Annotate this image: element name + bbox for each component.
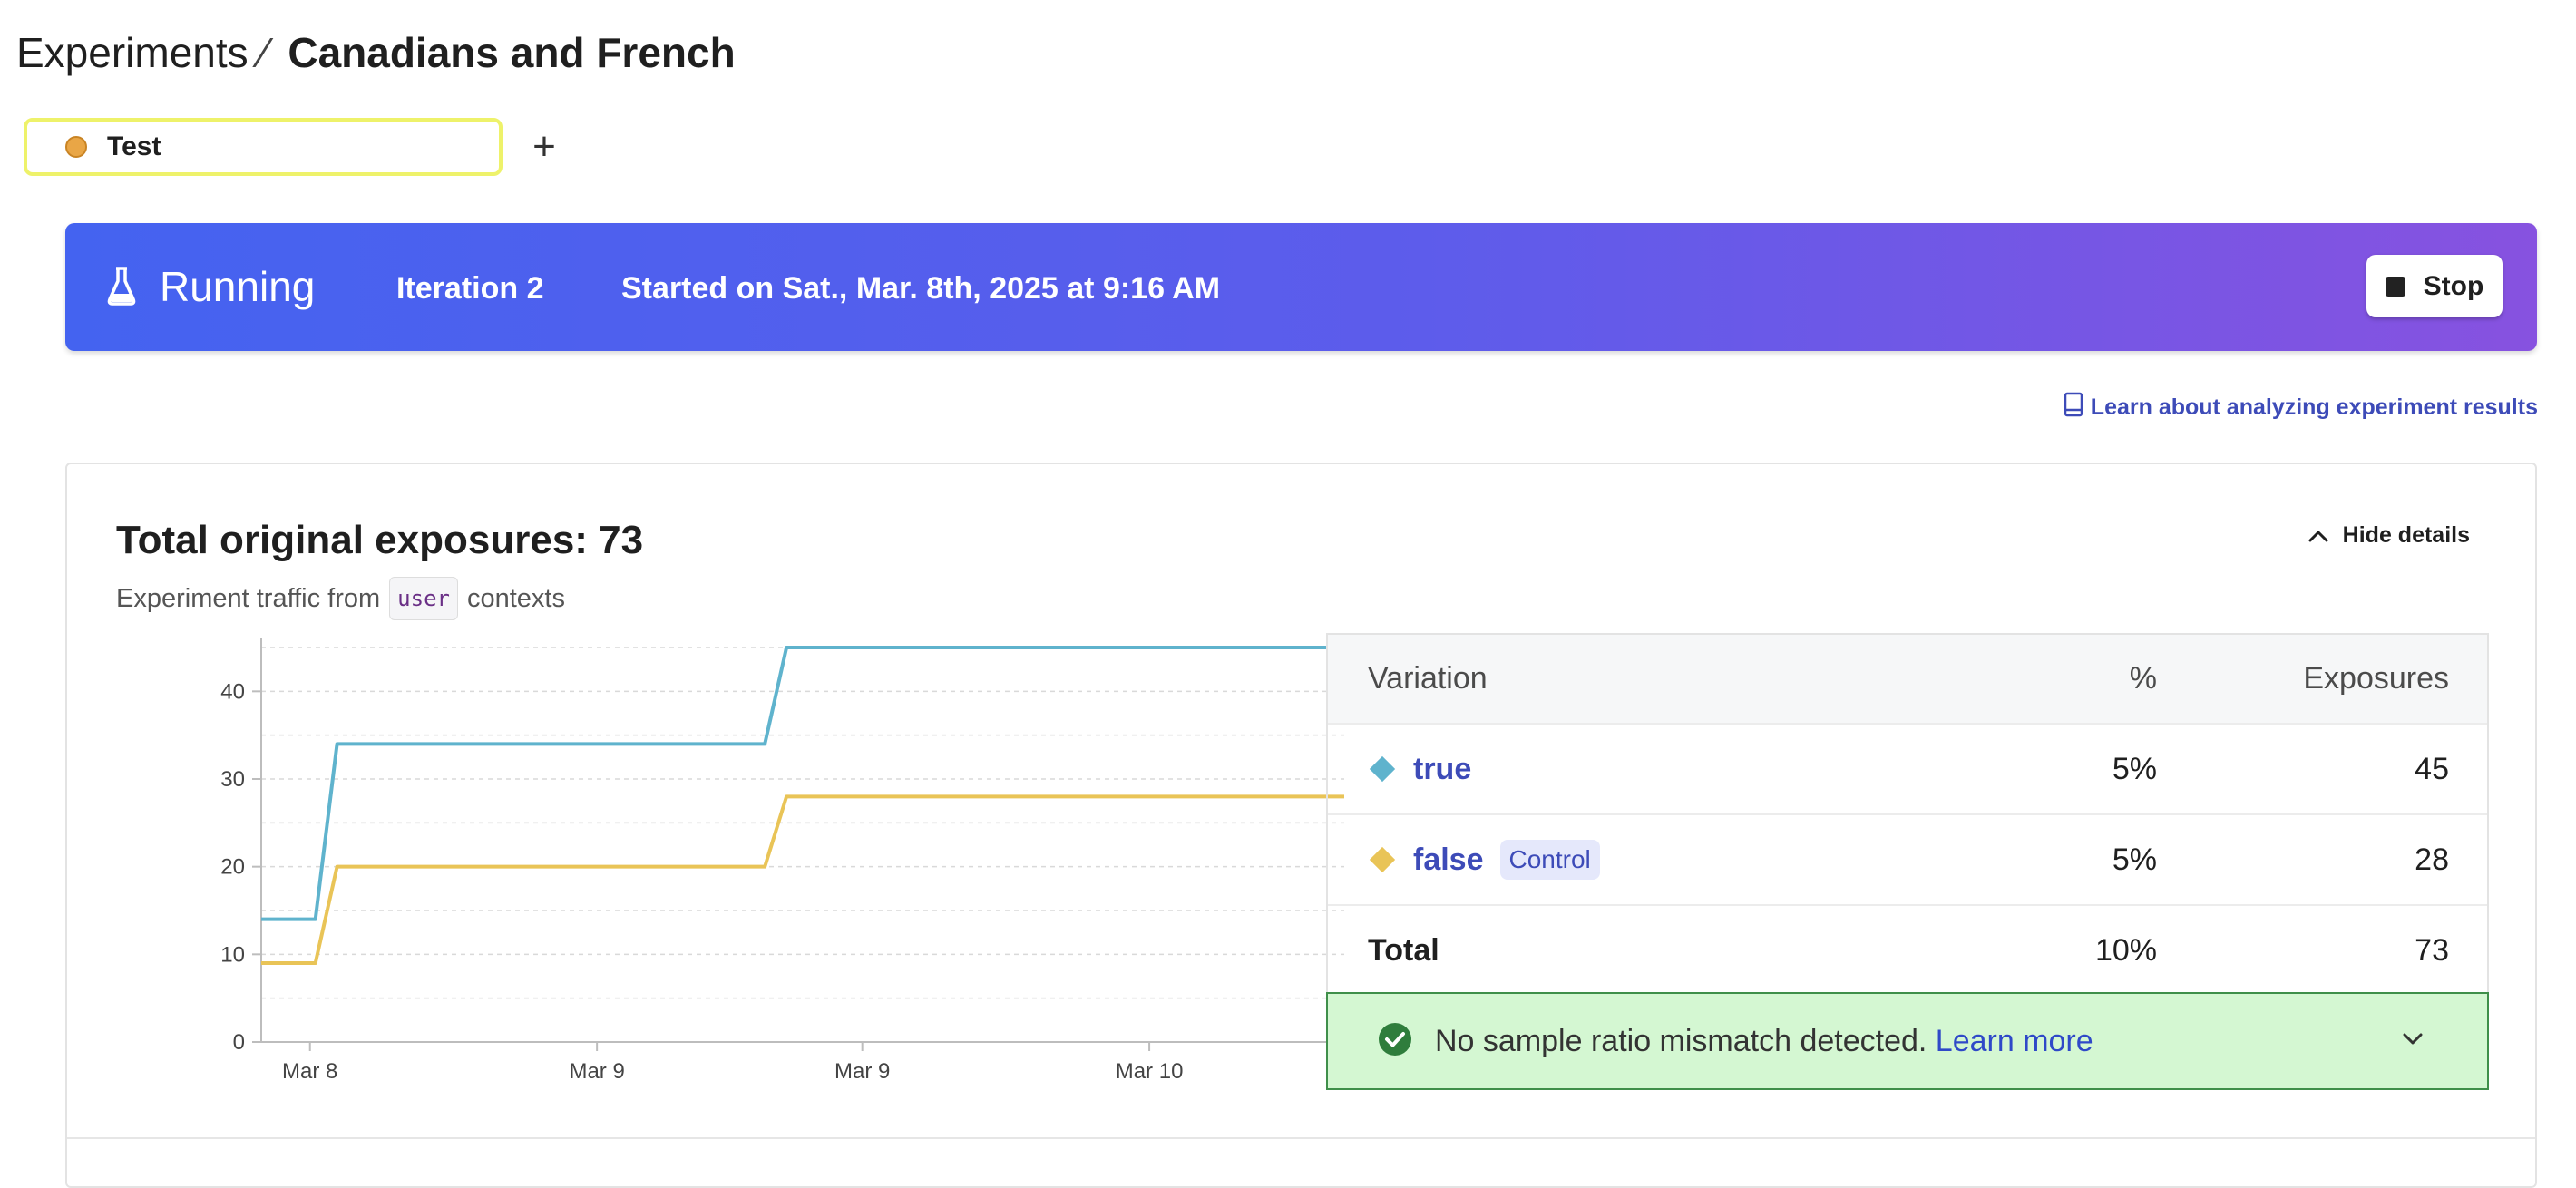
x-tick-label: Mar 10	[1116, 1059, 1184, 1084]
subtitle-prefix: Experiment traffic from	[116, 584, 381, 613]
y-tick-label: 30	[220, 767, 245, 792]
header-exposures: Exposures	[2303, 661, 2449, 696]
srm-learn-more-link[interactable]: Learn more	[1936, 1024, 2093, 1058]
series-line-true	[261, 646, 1344, 921]
variation-true-diamond-icon	[1369, 755, 1396, 783]
total-cell: Total	[1368, 933, 1439, 969]
context-kind-code: user	[389, 577, 458, 620]
variation-false-link[interactable]: false	[1413, 842, 1484, 878]
srm-message-text: No sample ratio mismatch detected.	[1435, 1023, 1927, 1058]
header-percent: %	[2129, 661, 2157, 696]
y-tick-label: 0	[233, 1030, 245, 1055]
total-label: Total	[1368, 932, 1439, 968]
card-subtitle: Experiment traffic from user contexts	[116, 577, 565, 620]
breadcrumb: Experiments ⁄ Canadians and French	[16, 25, 736, 80]
x-tick-label: Mar 8	[282, 1059, 337, 1084]
y-tick-label: 40	[220, 679, 245, 704]
breadcrumb-separator: ⁄	[260, 29, 268, 76]
stop-icon	[2385, 276, 2405, 297]
card-title: Total original exposures: 73	[116, 518, 644, 562]
hide-details-label: Hide details	[2342, 522, 2470, 548]
add-tab-button[interactable]: +	[524, 124, 564, 169]
variation-cell: false Control	[1368, 840, 1600, 880]
table-row: true 5% 45	[1328, 725, 2487, 815]
total-exposures: 73	[2415, 932, 2449, 968]
y-tick-label: 10	[220, 942, 245, 967]
x-tick-label: Mar 9	[834, 1059, 890, 1084]
exposures-card: Total original exposures: 73 Experiment …	[65, 463, 2537, 1188]
table-row: false Control 5% 28	[1328, 815, 2487, 906]
stop-label: Stop	[2423, 270, 2484, 301]
variation-cell: true	[1368, 752, 1471, 787]
total-percent: 10%	[2094, 932, 2157, 968]
status-dot-icon	[65, 136, 87, 158]
variation-false-diamond-icon	[1369, 846, 1396, 873]
tab-test[interactable]: Test	[24, 118, 503, 176]
card-divider	[67, 1137, 2535, 1139]
tab-label: Test	[107, 131, 161, 161]
variation-exposures: 28	[2415, 842, 2449, 877]
breadcrumb-experiments-link[interactable]: Experiments	[16, 25, 249, 80]
variations-table: Variation % Exposures true 5% 45 false C…	[1326, 633, 2489, 997]
flask-icon	[107, 267, 136, 311]
variation-percent: 5%	[2112, 751, 2157, 786]
started-timestamp: Started on Sat., Mar. 8th, 2025 at 9:16 …	[621, 271, 1221, 306]
srm-message: No sample ratio mismatch detected. Learn…	[1435, 1024, 2093, 1059]
page-title: Canadians and French	[288, 29, 736, 76]
variation-true-link[interactable]: true	[1413, 752, 1471, 787]
exposures-line-chart: 0 10 20 30 40 Mar 8 Mar 9 Mar 9 Mar 10	[220, 638, 1344, 1084]
hide-details-button[interactable]: Hide details	[2308, 522, 2470, 549]
stop-button[interactable]: Stop	[2366, 255, 2503, 317]
x-tick-label: Mar 9	[569, 1059, 624, 1084]
book-icon	[2064, 392, 2083, 424]
variation-exposures: 45	[2415, 751, 2449, 786]
srm-status-panel: No sample ratio mismatch detected. Learn…	[1326, 992, 2489, 1090]
learn-analyzing-link[interactable]: Learn about analyzing experiment results	[2064, 392, 2538, 424]
iteration-label: Iteration 2	[396, 271, 544, 306]
y-tick-label: 20	[220, 855, 245, 880]
learn-link-label: Learn about analyzing experiment results	[2090, 394, 2538, 420]
total-row: Total 10% 73	[1328, 906, 2487, 995]
check-circle-icon	[1377, 1021, 1413, 1062]
table-header-row: Variation % Exposures	[1328, 635, 2487, 725]
variation-percent: 5%	[2112, 842, 2157, 877]
header-variation: Variation	[1368, 661, 1488, 696]
subtitle-suffix: contexts	[466, 584, 565, 613]
control-badge: Control	[1499, 840, 1600, 880]
running-status: Running	[160, 263, 316, 310]
running-banner: Running Iteration 2 Started on Sat., Mar…	[65, 223, 2537, 351]
chevron-up-icon	[2308, 531, 2328, 541]
series-line-false	[261, 794, 1344, 965]
chevron-down-icon[interactable]	[2402, 1032, 2424, 1051]
